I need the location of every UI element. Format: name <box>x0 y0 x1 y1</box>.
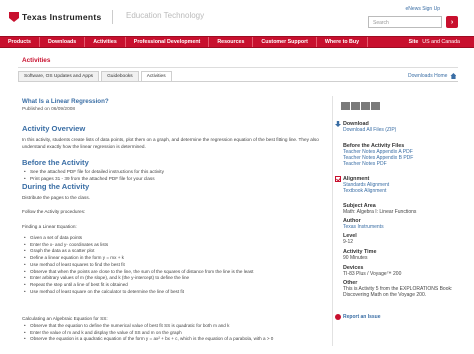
distribute-text: Distribute the pages to the class. <box>22 195 91 200</box>
site-value: US and Canada <box>422 39 460 45</box>
checkbox-icon <box>335 176 341 182</box>
list-item: Use method of least squares to find the … <box>30 262 322 269</box>
logo-divider <box>112 10 113 24</box>
devices-value: TI-83 Plus / Voyage™ 200 <box>343 271 402 277</box>
list-item: Repeat the step until a line of best fit… <box>30 282 322 289</box>
nav-downloads[interactable]: Downloads <box>40 37 86 47</box>
article: What Is a Linear Regression? Published o… <box>22 98 322 341</box>
report-issue-link[interactable]: Report an Issue <box>343 314 381 320</box>
sidebar-divider <box>332 96 333 346</box>
list-item: Enter the x- and y- coordinates as lists <box>30 242 322 249</box>
nav-customer-support[interactable]: Customer Support <box>253 37 317 47</box>
nav-resources[interactable]: Resources <box>209 37 254 47</box>
level-value: 9-12 <box>343 239 354 245</box>
article-title: What Is a Linear Regression? <box>22 98 109 105</box>
list-item: See the attached PDF file for detailed i… <box>30 169 164 176</box>
divider <box>18 81 458 82</box>
site-header: Texas Instruments Education Technology e… <box>0 0 474 36</box>
share-tools <box>341 102 380 110</box>
list-item: Observe the equation is a quadratic equa… <box>30 336 322 343</box>
download-all-link[interactable]: Download All Files (ZIP) <box>343 127 396 133</box>
list-item: Enter arbitrary values of m (the slope),… <box>30 275 322 282</box>
list-item: Observe that when the points are close t… <box>30 269 322 276</box>
downloads-home-link[interactable]: Downloads Home <box>408 73 457 79</box>
list-item: Observe that the equation to define the … <box>30 323 322 330</box>
downloads-home-label: Downloads Home <box>408 73 448 79</box>
main-nav: Products Downloads Activities Profession… <box>0 36 474 48</box>
calc-text: Calculating an Algebraic Equation for SS… <box>22 316 108 321</box>
enews-signup-link[interactable]: eNews Sign Up <box>406 6 440 12</box>
ss-list: Observe that the equation to define the … <box>30 323 322 343</box>
home-icon <box>450 73 457 79</box>
before-heading: Before the Activity <box>22 158 89 167</box>
share-icon[interactable] <box>341 102 350 110</box>
subbrand: Education Technology <box>126 11 205 20</box>
nav-professional-development[interactable]: Professional Development <box>126 37 210 47</box>
site-label: Site <box>408 39 419 45</box>
site-selector[interactable]: Site US and Canada <box>409 37 460 47</box>
nav-activities[interactable]: Activities <box>85 37 126 47</box>
other-value: This is Activity 5 from the EXPLORATIONS… <box>343 286 453 298</box>
teacher-notes-link[interactable]: Teacher Notes PDF <box>343 161 413 167</box>
print-icon[interactable] <box>361 102 370 110</box>
search-button[interactable]: › <box>446 16 458 28</box>
before-list: See the attached PDF file for detailed i… <box>30 169 164 182</box>
ti-logo-icon <box>9 12 19 22</box>
section-title: Activities <box>22 57 51 64</box>
published-date: Published on 06/09/2008 <box>22 107 76 112</box>
list-item: Use method of least square on the calcul… <box>30 289 322 296</box>
author-link[interactable]: Texas Instruments <box>343 224 384 230</box>
ti-logo[interactable]: Texas Instruments <box>9 12 102 22</box>
follow-text: Follow the Activity procedures: <box>22 209 86 214</box>
during-heading: During the Activity <box>22 182 90 191</box>
overview-heading: Activity Overview <box>22 124 86 133</box>
finding-text: Finding a Linear Equation: <box>22 224 77 229</box>
list-item: Graph the data as a scatter plot <box>30 248 322 255</box>
list-item: Enter the value of m and k and display t… <box>30 330 322 337</box>
list-item: Define a linear equation in the form y =… <box>30 255 322 262</box>
report-icon <box>335 314 341 320</box>
email-icon[interactable] <box>351 102 360 110</box>
download-icon <box>335 121 341 127</box>
steps-list: Given a set of data points Enter the x- … <box>30 235 322 295</box>
time-value: 90 Minutes <box>343 255 368 261</box>
textbook-alignment-link[interactable]: Textbook Alignment <box>343 188 389 194</box>
nav-where-to-buy[interactable]: Where to Buy <box>317 37 369 47</box>
overview-text: In this activity, students create lists … <box>22 137 319 149</box>
divider <box>18 67 458 68</box>
bookmark-icon[interactable] <box>371 102 380 110</box>
list-item: Given a set of data points <box>30 235 322 242</box>
search-input[interactable]: Search <box>368 16 442 28</box>
brand-name: Texas Instruments <box>22 12 102 22</box>
nav-products[interactable]: Products <box>0 37 40 47</box>
subject-value: Math: Algebra I: Linear Functions <box>343 209 417 215</box>
